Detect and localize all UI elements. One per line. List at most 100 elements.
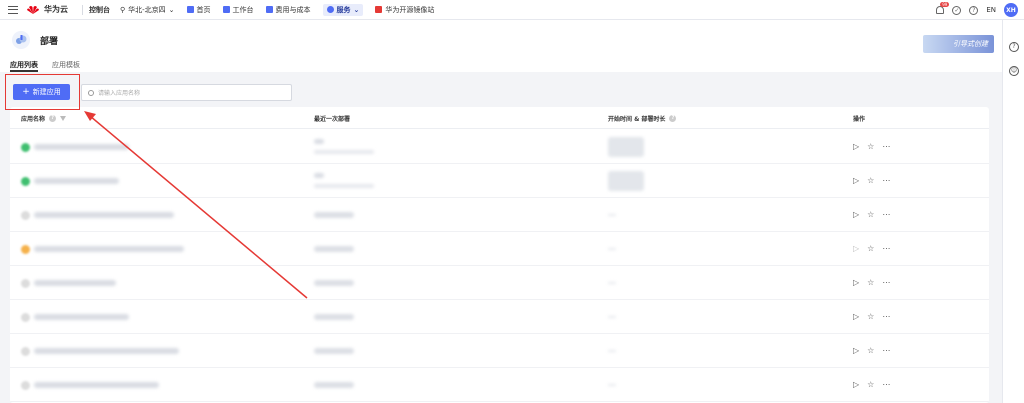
huawei-logo[interactable]	[26, 4, 40, 16]
redacted-start-time	[608, 214, 616, 216]
redacted-start-time	[608, 137, 644, 157]
top-navigation-bar: 华为云 控制台 ⚲ 华北-北京四 ⌄ 首页 工作台 费用与成本 服务 ⌄ 华为开…	[0, 0, 1024, 20]
nav-workbench[interactable]: 工作台	[222, 0, 254, 20]
redacted-start-time	[608, 282, 616, 284]
status-indicator	[21, 381, 30, 390]
table-row[interactable]: ▷ ☆ ⋯	[10, 300, 989, 334]
star-icon[interactable]: ☆	[867, 380, 874, 390]
nav-services[interactable]: 服务 ⌄	[322, 3, 364, 16]
notification-bell-icon[interactable]: 99	[936, 2, 950, 14]
home-icon	[186, 6, 194, 13]
play-icon[interactable]: ▷	[853, 210, 859, 220]
column-label: 开始时间 & 部署时长	[608, 116, 666, 123]
nav-home[interactable]: 首页	[186, 0, 211, 20]
table-row[interactable]: ▷ ☆ ⋯	[10, 198, 989, 232]
more-options-icon[interactable]: ⋯	[882, 346, 890, 356]
search-placeholder: 请输入应用名称	[98, 90, 141, 97]
star-icon[interactable]: ☆	[867, 176, 874, 186]
star-icon[interactable]: ☆	[867, 142, 874, 152]
table-row[interactable]: ▷ ☆ ⋯	[10, 164, 989, 198]
help-icon[interactable]: ?	[49, 115, 57, 122]
status-indicator	[21, 347, 30, 356]
play-icon[interactable]: ▷	[853, 278, 859, 288]
column-header-last-deploy: 最近一次部署	[314, 114, 350, 123]
brand-name[interactable]: 华为云	[44, 0, 68, 20]
play-icon[interactable]: ▷	[853, 312, 859, 322]
star-icon[interactable]: ☆	[867, 312, 874, 322]
feedback-smiley-icon[interactable]: ☺	[1009, 66, 1019, 76]
more-options-icon[interactable]: ⋯	[882, 278, 890, 288]
star-icon[interactable]: ☆	[867, 346, 874, 356]
filter-icon[interactable]	[60, 116, 67, 121]
nav-billing-label: 费用与成本	[275, 5, 311, 14]
status-indicator	[21, 313, 30, 322]
nav-billing[interactable]: 费用与成本	[265, 0, 311, 20]
hamburger-menu-icon[interactable]	[8, 5, 18, 14]
divider	[82, 4, 83, 15]
play-icon[interactable]: ▷	[853, 176, 859, 186]
services-icon	[326, 6, 334, 13]
more-options-icon[interactable]: ⋯	[882, 380, 890, 390]
page-header	[0, 20, 1002, 72]
table-row[interactable]: ▷ ☆ ⋯	[10, 266, 989, 300]
more-options-icon[interactable]: ⋯	[882, 142, 890, 152]
play-icon[interactable]: ▷	[853, 346, 859, 356]
row-actions: ▷ ☆ ⋯	[853, 244, 890, 254]
more-options-icon[interactable]: ⋯	[882, 244, 890, 254]
application-table: 应用名称 ? 最近一次部署 开始时间 & 部署时长 ? 操作 ▷ ☆ ⋯ ▷ ☆ ⋯ ▷ ☆ ⋯…	[10, 107, 989, 403]
redacted-deploy-info	[314, 246, 354, 252]
table-row[interactable]: ▷ ☆ ⋯	[10, 130, 989, 164]
row-actions: ▷ ☆ ⋯	[853, 142, 890, 152]
location-pin-icon: ⚲	[120, 5, 126, 14]
redacted-app-name	[34, 178, 119, 184]
row-actions: ▷ ☆ ⋯	[853, 380, 890, 390]
help-icon[interactable]: ?	[969, 5, 979, 15]
tab-application-templates[interactable]: 应用模板	[52, 58, 80, 72]
help-icon[interactable]: ?	[1009, 42, 1019, 52]
play-icon[interactable]: ▷	[853, 142, 859, 152]
more-options-icon[interactable]: ⋯	[882, 312, 890, 322]
row-actions: ▷ ☆ ⋯	[853, 312, 890, 322]
redacted-deploy-info	[314, 382, 354, 388]
play-icon[interactable]: ▷	[853, 380, 859, 390]
console-link[interactable]: 控制台	[89, 0, 110, 20]
application-search-input[interactable]: 请输入应用名称	[81, 84, 292, 101]
nav-mirror[interactable]: 华为开源镜像站	[375, 0, 434, 20]
redacted-deploy-info	[314, 348, 354, 354]
redacted-app-name	[34, 144, 129, 150]
status-indicator	[21, 143, 30, 152]
redacted-deploy-info	[314, 139, 324, 144]
play-icon[interactable]: ▷	[853, 244, 859, 254]
table-row[interactable]: ▷ ☆ ⋯	[10, 368, 989, 402]
help-icon[interactable]: ?	[669, 115, 677, 122]
table-row[interactable]: ▷ ☆ ⋯	[10, 334, 989, 368]
mirror-site-icon	[375, 6, 383, 13]
language-switch[interactable]: EN	[986, 0, 996, 20]
redacted-app-name	[34, 280, 116, 286]
tab-application-list[interactable]: 应用列表	[10, 58, 38, 72]
row-actions: ▷ ☆ ⋯	[853, 210, 890, 220]
region-selector[interactable]: ⚲ 华北-北京四 ⌄	[120, 0, 175, 20]
annotation-highlight-box	[5, 74, 80, 110]
status-indicator	[21, 245, 30, 254]
redacted-app-name	[34, 246, 184, 252]
star-icon[interactable]: ☆	[867, 278, 874, 288]
redacted-deploy-info	[314, 173, 324, 178]
nav-home-label: 首页	[196, 5, 211, 14]
region-label: 华北-北京四	[128, 5, 166, 14]
redacted-app-name	[34, 314, 129, 320]
guided-create-button[interactable]: 引导式创建	[923, 35, 994, 53]
deploy-service-icon	[12, 31, 30, 49]
user-avatar[interactable]: XH	[1004, 3, 1018, 17]
more-options-icon[interactable]: ⋯	[882, 210, 890, 220]
redacted-app-name	[34, 212, 174, 218]
column-header-app-name: 应用名称 ?	[21, 114, 67, 123]
check-circle-icon[interactable]: ✓	[952, 5, 962, 15]
star-icon[interactable]: ☆	[867, 244, 874, 254]
more-options-icon[interactable]: ⋯	[882, 176, 890, 186]
table-row[interactable]: ▷ ☆ ⋯	[10, 232, 989, 266]
star-icon[interactable]: ☆	[867, 210, 874, 220]
nav-services-label: 服务	[336, 5, 351, 14]
guided-create-label: 引导式创建	[953, 40, 988, 48]
column-header-actions: 操作	[853, 114, 865, 123]
